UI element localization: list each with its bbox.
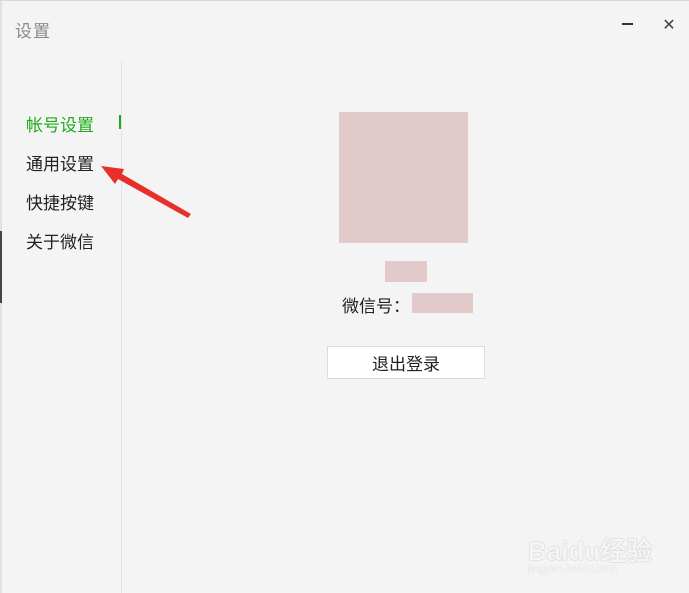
sidebar-item-account-settings[interactable]: 帐号设置 [26,111,94,136]
baidu-watermark: Baidu经验 jingyan.baidu.com [528,521,668,581]
sidebar-item-about-wechat[interactable]: 关于微信 [26,228,94,253]
logout-button[interactable]: 退出登录 [327,346,485,379]
watermark-logo-text: Baidu经验 [528,536,653,566]
minimize-button[interactable] [613,11,641,37]
sidebar-item-shortcut-keys[interactable]: 快捷按键 [26,189,94,214]
settings-sidebar [0,61,122,593]
wxid-label: 微信号： [342,297,410,317]
window-title: 设置 [15,22,51,42]
settings-window: 设置 ✕ 帐号设置 通用设置 快捷按键 关于微信 微信号： 退出登录 Baidu… [0,0,689,593]
nickname-redacted [385,261,427,282]
close-icon: ✕ [662,14,676,34]
close-button[interactable]: ✕ [655,11,683,37]
minimize-icon [621,23,633,25]
watermark-url: jingyan.baidu.com [528,563,617,575]
wxid-redacted [412,293,473,313]
sidebar-item-general-settings[interactable]: 通用设置 [26,150,94,175]
active-tab-indicator [119,115,121,129]
avatar-redacted [339,112,468,243]
